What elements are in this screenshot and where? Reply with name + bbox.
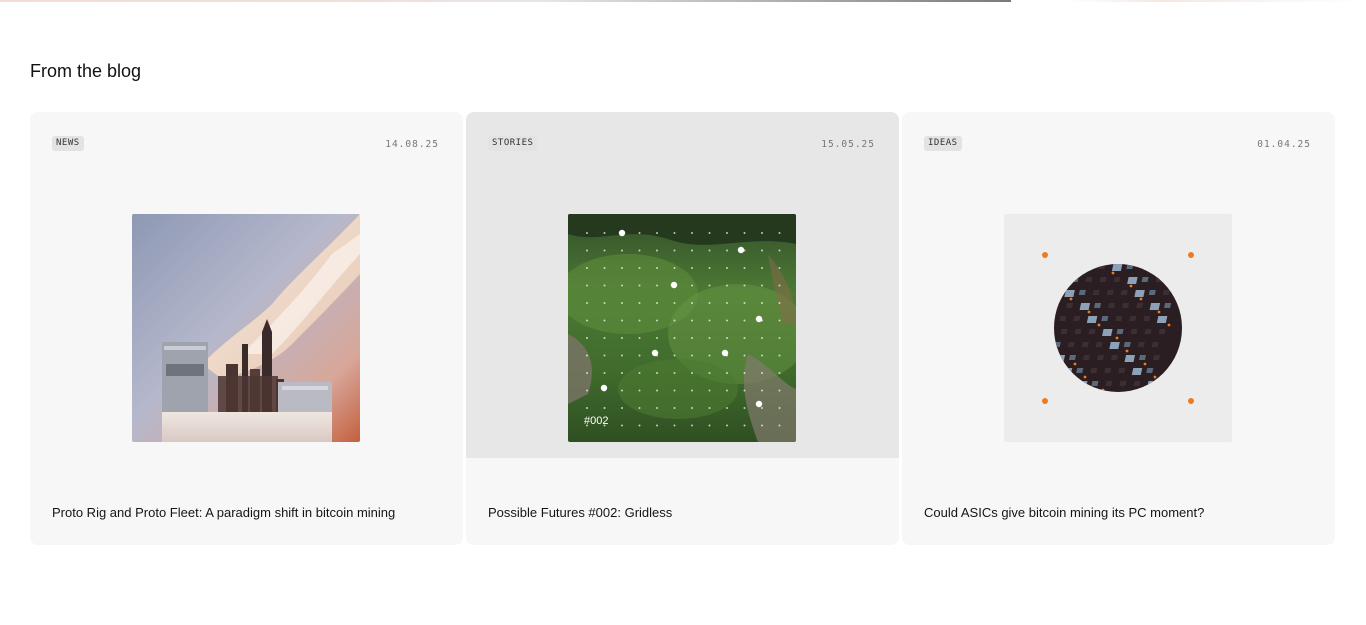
category-tag: IDEAS xyxy=(924,136,962,151)
asic-circuit-image xyxy=(1004,214,1232,442)
skyline-rig-image xyxy=(132,214,360,442)
post-title: Could ASICs give bitcoin mining its PC m… xyxy=(924,505,1205,520)
gridless-valley-image: #002 xyxy=(568,214,796,442)
image-caption: #002 xyxy=(584,415,608,427)
blog-card-news[interactable]: NEWS 14.08.25 Proto Rig and Proto Fleet:… xyxy=(30,112,463,545)
blog-section: From the blog NEWS 14.08.25 Proto Rig an… xyxy=(30,0,1336,625)
blog-card-stories[interactable]: STORIES 15.05.25 #002 Possible Futures #… xyxy=(466,112,899,545)
post-date: 14.08.25 xyxy=(385,139,439,150)
blog-card-list: NEWS 14.08.25 Proto Rig and Proto Fleet:… xyxy=(30,112,1336,545)
card-visual: IDEAS 01.04.25 xyxy=(902,112,1335,458)
section-title: From the blog xyxy=(30,61,142,81)
blog-card-ideas[interactable]: IDEAS 01.04.25 Could ASICs give bitcoin … xyxy=(902,112,1335,545)
post-title: Proto Rig and Proto Fleet: A paradigm sh… xyxy=(52,505,396,520)
category-tag: STORIES xyxy=(488,136,538,151)
post-title: Possible Futures #002: Gridless xyxy=(488,505,673,520)
card-visual: STORIES 15.05.25 #002 xyxy=(466,112,899,458)
card-visual: NEWS 14.08.25 xyxy=(30,112,463,458)
post-date: 01.04.25 xyxy=(1257,139,1311,150)
post-date: 15.05.25 xyxy=(821,139,875,150)
category-tag: NEWS xyxy=(52,136,84,151)
